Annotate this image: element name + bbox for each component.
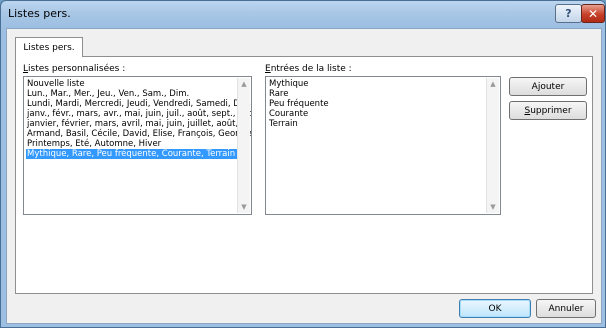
ok-button[interactable]: OK <box>459 299 531 318</box>
entry-line: Mythique <box>269 79 309 89</box>
close-button[interactable]: ✕ <box>581 4 605 23</box>
custom-lists-items: Nouvelle liste Lun., Mar., Mer., Jeu., Ve… <box>26 79 251 159</box>
custom-list-item[interactable]: Mythique, Rare, Peu fréquente, Courante,… <box>26 149 237 159</box>
add-button-label-end: outer <box>540 81 565 92</box>
entries-label-text: ntrées de la liste : <box>270 64 352 74</box>
tab-panel: Listes personnalisées : Nouvelle liste Lu… <box>15 56 593 294</box>
close-icon: ✕ <box>587 6 599 21</box>
custom-list-item[interactable]: janv., févr., mars, avr., mai, juin, jui… <box>26 109 251 119</box>
window-title: Listes pers. <box>8 7 71 20</box>
dialog-client-area: Listes pers. Listes personnalisées : Nou… <box>6 28 602 324</box>
help-button[interactable]: ? <box>555 4 582 23</box>
delete-button-label: upprimer <box>530 105 572 116</box>
dialog-window: Listes pers. ? ✕ Listes pers. Listes per… <box>0 0 606 328</box>
custom-list-item[interactable]: Nouvelle liste <box>26 79 237 89</box>
custom-list-item[interactable]: Printemps, Eté, Automne, Hiver <box>26 139 237 149</box>
scroll-up-icon[interactable]: ▲ <box>487 80 499 88</box>
custom-lists-listbox[interactable]: Nouvelle liste Lun., Mar., Mer., Jeu., Ve… <box>23 76 252 215</box>
help-icon: ? <box>565 7 572 20</box>
entry-line: Courante <box>269 109 309 119</box>
cancel-button[interactable]: Annuler <box>536 299 596 318</box>
custom-list-item[interactable]: Lundi, Mardi, Mercredi, Jeudi, Vendredi,… <box>26 99 251 109</box>
entries-textarea[interactable]: Mythique Rare Peu fréquente Courante Terrain… <box>265 76 501 215</box>
scroll-down-icon[interactable]: ▼ <box>238 203 250 211</box>
entry-line: Peu fréquente <box>269 99 329 109</box>
scroll-up-icon[interactable]: ▲ <box>238 80 250 88</box>
scroll-down-icon[interactable]: ▼ <box>487 203 499 211</box>
entries-items: Mythique Rare Peu fréquente Courante Terrain <box>268 79 486 129</box>
custom-list-item[interactable]: Lun., Mar., Mer., Jeu., Ven., Sam., Dim. <box>26 89 237 99</box>
entry-line: Terrain <box>269 119 298 129</box>
entries-scrollbar[interactable]: ▲ ▼ <box>486 78 499 213</box>
entry-line: Rare <box>269 89 289 99</box>
custom-lists-label-text: istes personnalisées : <box>28 64 126 74</box>
delete-button[interactable]: Supprimer <box>509 101 587 120</box>
custom-list-item[interactable]: janvier, février, mars, avril, mai, juin… <box>26 119 251 129</box>
tab-listes-pers[interactable]: Listes pers. <box>15 37 83 57</box>
custom-list-item[interactable]: Armand, Basil, Cécile, David, Elise, Fra… <box>26 129 251 139</box>
custom-lists-label: Listes personnalisées : <box>23 64 125 74</box>
add-button[interactable]: Aj outer <box>509 77 587 96</box>
custom-lists-scrollbar[interactable]: ▲ ▼ <box>237 78 250 213</box>
entries-label: Entrées de la liste : <box>265 64 352 74</box>
title-bar[interactable]: Listes pers. ? ✕ <box>1 1 605 27</box>
